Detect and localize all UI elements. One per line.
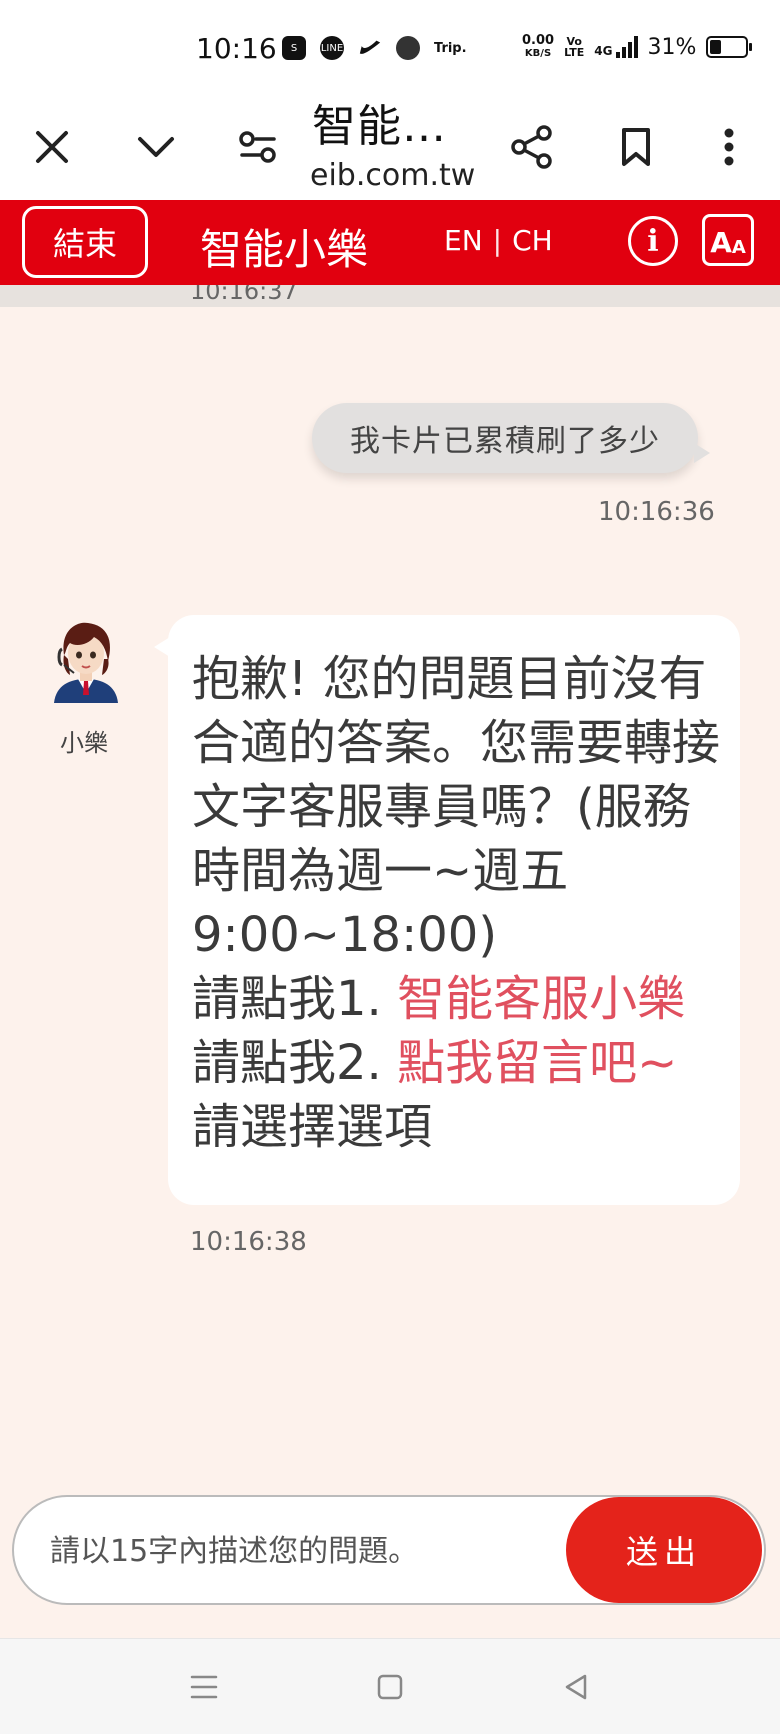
volte-icon: Vo LTE: [564, 35, 585, 59]
user-message-bubble: 我卡片已累積刷了多少: [312, 403, 710, 473]
send-button[interactable]: 送出: [566, 1497, 762, 1603]
page-url[interactable]: eib.com.tw: [310, 158, 475, 193]
option2-link[interactable]: 點我留言吧~: [397, 1035, 677, 1091]
nike-icon: [358, 36, 382, 60]
end-chat-button[interactable]: 結束: [22, 206, 148, 278]
chat-header: 結束 智能小樂 EN | CH i AA: [0, 200, 780, 285]
net-speed: 0.00 KB/S: [522, 33, 555, 59]
header-shadow: [0, 285, 780, 307]
menu-icon[interactable]: [184, 1669, 224, 1705]
lang-ch-button[interactable]: CH: [512, 224, 553, 257]
home-square-icon[interactable]: [370, 1669, 410, 1705]
site-settings-icon[interactable]: [226, 115, 290, 179]
bookmark-icon[interactable]: [604, 115, 668, 179]
previous-message-time: 10:16:37: [190, 285, 298, 305]
signal-icon: 4G: [594, 36, 638, 58]
option2-prefix: 請點我2.: [192, 1035, 398, 1091]
shopping-bag-icon: S: [282, 36, 306, 60]
system-nav-bar: [0, 1638, 780, 1734]
bot-message-time: 10:16:38: [190, 1227, 307, 1257]
bot-avatar-name: 小樂: [60, 729, 108, 757]
status-time: 10:16: [196, 32, 277, 65]
option1-link[interactable]: 智能客服小樂: [397, 971, 685, 1027]
bot-prompt-text: 請選擇選項: [192, 1099, 433, 1155]
chat-input-bar: 送出: [12, 1495, 766, 1605]
info-icon[interactable]: i: [628, 216, 678, 266]
notification-icons: S LINE Trip.: [282, 36, 467, 60]
battery-percent: 31%: [647, 34, 697, 60]
bot-title: 智能小樂: [200, 225, 369, 274]
close-icon[interactable]: [20, 115, 84, 179]
question-input[interactable]: [48, 1517, 552, 1585]
share-icon[interactable]: [500, 115, 564, 179]
lang-separator: |: [492, 224, 503, 257]
user-message-time: 10:16:36: [598, 497, 715, 527]
trip-icon: Trip.: [434, 40, 467, 56]
option1-prefix: 請點我1.: [192, 971, 398, 1027]
language-switch: EN | CH: [444, 224, 553, 257]
page-title: 智能…: [312, 101, 447, 152]
chat-area[interactable]: 10:16:37 我卡片已累積刷了多少 10:16:36 小樂 抱歉! 您的問題…: [0, 285, 780, 1638]
back-triangle-icon[interactable]: [556, 1669, 596, 1705]
wallet-icon: [396, 36, 420, 60]
battery-icon: [706, 36, 753, 58]
bot-avatar: [48, 619, 124, 703]
system-status: 0.00 KB/S Vo LTE 4G 31%: [522, 33, 753, 60]
chevron-down-icon[interactable]: [124, 115, 188, 179]
bot-message-text: 抱歉! 您的問題目前沒有合適的答案。您需要轉接文字客服專員嗎？(服務時間為週一~…: [192, 651, 721, 963]
bot-message-bubble: 抱歉! 您的問題目前沒有合適的答案。您需要轉接文字客服專員嗎？(服務時間為週一~…: [154, 615, 740, 1205]
status-bar: 10:16 S LINE Trip. 0.00 KB/S Vo LTE 4G 3…: [0, 0, 780, 95]
font-size-icon[interactable]: AA: [702, 214, 754, 266]
lang-en-button[interactable]: EN: [444, 224, 483, 257]
more-options-icon[interactable]: [697, 115, 761, 179]
line-icon: LINE: [320, 36, 344, 60]
